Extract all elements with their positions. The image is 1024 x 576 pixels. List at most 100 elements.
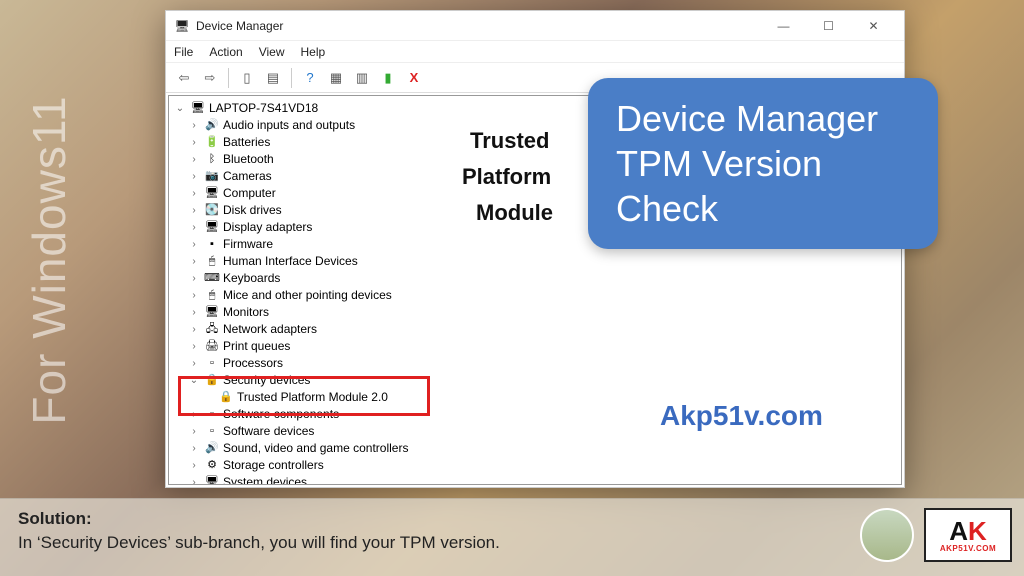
- tree-item-label: Storage controllers: [223, 457, 324, 474]
- minimize-button[interactable]: —: [761, 11, 806, 41]
- window-title: Device Manager: [196, 19, 283, 33]
- device-category-icon: ⌨: [204, 272, 220, 286]
- annotation-platform: Platform: [462, 164, 551, 190]
- scan-button[interactable]: ▤: [261, 66, 285, 90]
- author-avatar: [860, 508, 914, 562]
- tree-item-label: System devices: [223, 474, 307, 485]
- chevron-right-icon[interactable]: ›: [187, 287, 201, 304]
- help-button[interactable]: ?: [298, 66, 322, 90]
- device-category-icon: 🖱: [204, 255, 220, 269]
- chevron-right-icon[interactable]: ›: [187, 236, 201, 253]
- chevron-right-icon[interactable]: ›: [187, 253, 201, 270]
- update-driver-button[interactable]: ▦: [324, 66, 348, 90]
- chevron-right-icon[interactable]: ›: [187, 338, 201, 355]
- device-category-icon: ▫: [204, 425, 220, 439]
- chevron-down-icon[interactable]: ⌄: [187, 372, 201, 389]
- menu-view[interactable]: View: [259, 45, 285, 59]
- close-button[interactable]: ✕: [851, 11, 896, 41]
- device-category-icon: 🔊: [204, 119, 220, 133]
- tree-item[interactable]: ›🔊Sound, video and game controllers: [171, 440, 899, 457]
- chevron-right-icon[interactable]: ›: [187, 202, 201, 219]
- tree-item[interactable]: ⌄🔒Security devices: [171, 372, 899, 389]
- title-card: Device Manager TPM Version Check: [588, 78, 938, 249]
- device-category-icon: ᛒ: [204, 153, 220, 167]
- card-line-3: Check: [616, 186, 910, 231]
- chevron-right-icon[interactable]: ›: [187, 134, 201, 151]
- chevron-right-icon[interactable]: ›: [187, 321, 201, 338]
- maximize-button[interactable]: ☐: [806, 11, 851, 41]
- tree-item[interactable]: ›🖱Mice and other pointing devices: [171, 287, 899, 304]
- tree-item-label: Trusted Platform Module 2.0: [237, 389, 388, 406]
- chevron-right-icon[interactable]: ›: [187, 423, 201, 440]
- device-category-icon: 🖨: [204, 340, 220, 354]
- chevron-right-icon[interactable]: ›: [187, 117, 201, 134]
- sidebar-watermark: For Windows11: [22, 95, 76, 424]
- card-line-1: Device Manager: [616, 96, 910, 141]
- website-brand: Akp51v.com: [660, 400, 823, 432]
- forward-button[interactable]: ⇨: [198, 66, 222, 90]
- device-category-icon: ⚙: [204, 459, 220, 473]
- tree-item[interactable]: ›🖥System devices: [171, 474, 899, 485]
- device-category-icon: 🖥: [204, 221, 220, 235]
- tree-item-label: Disk drives: [223, 202, 282, 219]
- menu-file[interactable]: File: [174, 45, 193, 59]
- tree-item-label: Sound, video and game controllers: [223, 440, 408, 457]
- tree-item-label: Print queues: [223, 338, 290, 355]
- chevron-right-icon[interactable]: ›: [187, 168, 201, 185]
- menu-action[interactable]: Action: [209, 45, 242, 59]
- device-category-icon: 💽: [204, 204, 220, 218]
- chevron-right-icon[interactable]: ›: [187, 474, 201, 485]
- device-category-icon: 🖧: [204, 323, 220, 337]
- logo-a: A: [949, 516, 968, 546]
- chevron-right-icon[interactable]: ›: [187, 151, 201, 168]
- uninstall-button[interactable]: ▥: [350, 66, 374, 90]
- tree-item-label: Cameras: [223, 168, 272, 185]
- device-category-icon: ▪: [204, 238, 220, 252]
- app-icon: 🖥: [174, 18, 190, 34]
- chevron-right-icon[interactable]: ›: [187, 457, 201, 474]
- device-category-icon: 🔒: [204, 374, 220, 388]
- disable-button[interactable]: X: [402, 66, 426, 90]
- tree-item-label: Network adapters: [223, 321, 317, 338]
- chevron-down-icon[interactable]: ⌄: [173, 100, 187, 117]
- card-line-2: TPM Version: [616, 141, 910, 186]
- tree-item-label: Software components: [223, 406, 339, 423]
- tree-item-label: Processors: [223, 355, 283, 372]
- tree-item-label: Security devices: [223, 372, 310, 389]
- titlebar[interactable]: 🖥 Device Manager — ☐ ✕: [166, 11, 904, 41]
- tree-item[interactable]: ›▫Processors: [171, 355, 899, 372]
- tree-item-label: Monitors: [223, 304, 269, 321]
- tree-item-label: Batteries: [223, 134, 270, 151]
- tree-item[interactable]: ›⌨Keyboards: [171, 270, 899, 287]
- enable-button[interactable]: ▮: [376, 66, 400, 90]
- properties-button[interactable]: ▯: [235, 66, 259, 90]
- chevron-right-icon[interactable]: ›: [187, 355, 201, 372]
- device-category-icon: 🖥: [204, 476, 220, 486]
- chevron-right-icon[interactable]: ›: [187, 440, 201, 457]
- site-logo: AK AKP51V.COM: [924, 508, 1012, 562]
- device-icon: 🔒: [218, 391, 234, 405]
- tree-item[interactable]: ›🖱Human Interface Devices: [171, 253, 899, 270]
- chevron-right-icon[interactable]: ›: [187, 219, 201, 236]
- toolbar-separator: [291, 68, 292, 88]
- back-button[interactable]: ⇦: [172, 66, 196, 90]
- tree-item[interactable]: ›🖥Monitors: [171, 304, 899, 321]
- chevron-right-icon[interactable]: ›: [187, 406, 201, 423]
- device-category-icon: 🔋: [204, 136, 220, 150]
- tree-item[interactable]: ›🖨Print queues: [171, 338, 899, 355]
- chevron-right-icon[interactable]: ›: [187, 185, 201, 202]
- tree-item-label: Bluetooth: [223, 151, 274, 168]
- device-category-icon: 📷: [204, 170, 220, 184]
- tree-item[interactable]: ›🖧Network adapters: [171, 321, 899, 338]
- computer-icon: 🖥: [190, 102, 206, 116]
- device-category-icon: ▫: [204, 357, 220, 371]
- tree-item-label: Computer: [223, 185, 276, 202]
- tree-item-label: Keyboards: [223, 270, 280, 287]
- menu-help[interactable]: Help: [301, 45, 326, 59]
- solution-title: Solution:: [18, 509, 1006, 529]
- logo-subtext: AKP51V.COM: [940, 544, 996, 553]
- chevron-right-icon[interactable]: ›: [187, 304, 201, 321]
- tree-item[interactable]: ›⚙Storage controllers: [171, 457, 899, 474]
- chevron-right-icon[interactable]: ›: [187, 270, 201, 287]
- tree-root-label: LAPTOP-7S41VD18: [209, 100, 318, 117]
